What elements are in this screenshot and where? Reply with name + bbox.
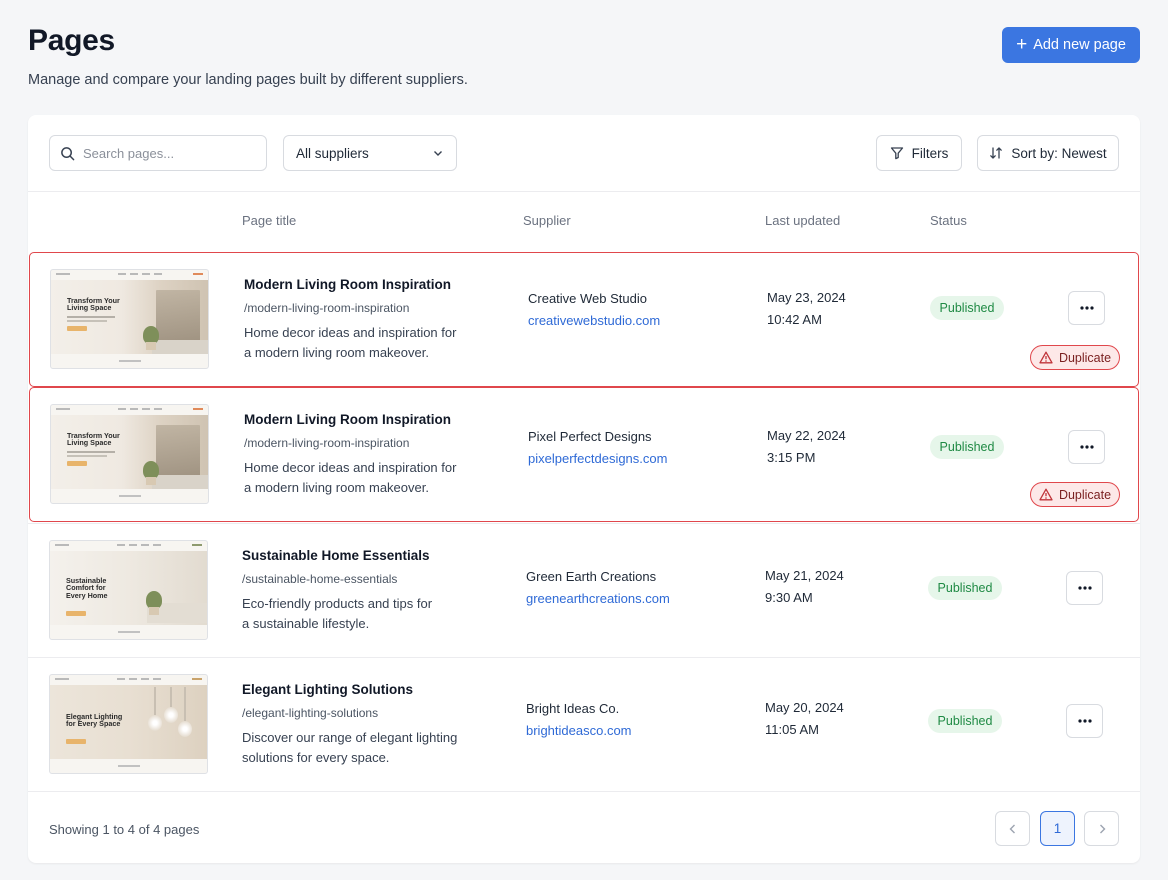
page-description: Home decor ideas and inspiration for a mo… xyxy=(244,325,457,360)
page-title-text[interactable]: Sustainable Home Essentials xyxy=(242,548,430,563)
table-row[interactable]: Sustainable Comfort for Every Home Susta… xyxy=(28,523,1140,658)
filters-button[interactable]: Filters xyxy=(876,135,962,171)
table-row[interactable]: Transform Your Living Space Modern Livin… xyxy=(29,387,1139,522)
status-badge: Published xyxy=(930,296,1004,320)
toolbar: All suppliers Filters Sort by: Newest xyxy=(28,115,1140,192)
more-horizontal-icon xyxy=(1077,586,1092,590)
chevron-left-icon xyxy=(1009,824,1015,833)
row-actions-button[interactable] xyxy=(1066,571,1103,605)
search-box[interactable] xyxy=(49,135,267,171)
table-row[interactable]: Elegant Lighting for Every Space Elegant… xyxy=(28,657,1140,792)
page-thumbnail: Sustainable Comfort for Every Home xyxy=(49,540,208,640)
thumbnail-heading: Transform Your Living Space xyxy=(67,431,120,448)
warning-icon xyxy=(1039,351,1053,364)
row-actions-button[interactable] xyxy=(1066,704,1103,738)
last-updated: May 23, 2024 10:42 AM xyxy=(767,290,846,327)
more-horizontal-icon xyxy=(1077,719,1092,723)
page-thumbnail: Elegant Lighting for Every Space xyxy=(49,674,208,774)
plus-icon: + xyxy=(1016,33,1028,55)
showing-count: Showing 1 to 4 of 4 pages xyxy=(49,822,200,837)
table-footer: Showing 1 to 4 of 4 pages 1 xyxy=(28,791,1140,863)
last-updated: May 20, 2024 11:05 AM xyxy=(765,700,844,737)
supplier-link[interactable]: pixelperfectdesigns.com xyxy=(528,451,667,466)
page-description: Discover our range of elegant lighting so… xyxy=(242,730,458,765)
search-input[interactable] xyxy=(83,145,253,161)
warning-icon xyxy=(1039,488,1053,501)
page-slug: /elegant-lighting-solutions xyxy=(242,706,379,720)
supplier-select-value: All suppliers xyxy=(296,145,369,161)
next-page-button[interactable] xyxy=(1084,811,1119,846)
column-header-status: Status xyxy=(930,213,967,228)
page-title-text[interactable]: Modern Living Room Inspiration xyxy=(244,277,451,292)
duplicate-badge: Duplicate xyxy=(1030,482,1120,507)
supplier-name: Green Earth Creations xyxy=(526,569,657,584)
table-row[interactable]: Transform Your Living Space Modern Livin… xyxy=(29,252,1139,387)
chevron-right-icon xyxy=(1099,824,1105,833)
status-badge: Published xyxy=(930,435,1004,459)
filters-label: Filters xyxy=(911,145,949,161)
column-header-supplier: Supplier xyxy=(523,213,571,228)
thumbnail-heading: Sustainable Comfort for Every Home xyxy=(66,576,108,600)
pages-card: All suppliers Filters Sort by: Newest Pa… xyxy=(28,115,1140,863)
sort-label: Sort by: Newest xyxy=(1011,145,1107,161)
previous-page-button[interactable] xyxy=(995,811,1030,846)
page-slug: /modern-living-room-inspiration xyxy=(244,436,410,450)
table-header: Page title Supplier Last updated Status xyxy=(28,192,1140,251)
page-title-text[interactable]: Elegant Lighting Solutions xyxy=(242,682,413,697)
page-description: Eco-friendly products and tips for a sust… xyxy=(242,596,433,631)
more-horizontal-icon xyxy=(1079,445,1094,449)
page-header: Pages Manage and compare your landing pa… xyxy=(28,24,1140,94)
page-description: Home decor ideas and inspiration for a mo… xyxy=(244,460,457,495)
thumbnail-heading: Transform Your Living Space xyxy=(67,296,120,313)
supplier-name: Bright Ideas Co. xyxy=(526,701,620,716)
duplicate-badge: Duplicate xyxy=(1030,345,1120,370)
supplier-link[interactable]: greenearthcreations.com xyxy=(526,591,670,606)
filter-icon xyxy=(890,147,903,160)
last-updated: May 22, 2024 3:15 PM xyxy=(767,428,846,465)
sort-icon xyxy=(990,147,1003,159)
more-horizontal-icon xyxy=(1079,306,1094,310)
row-actions-button[interactable] xyxy=(1068,291,1105,325)
page-thumbnail: Transform Your Living Space xyxy=(50,269,209,369)
page-thumbnail: Transform Your Living Space xyxy=(50,404,209,504)
supplier-link[interactable]: creativewebstudio.com xyxy=(528,313,660,328)
sort-button[interactable]: Sort by: Newest xyxy=(977,135,1119,171)
row-actions-button[interactable] xyxy=(1068,430,1105,464)
search-icon xyxy=(61,146,75,160)
add-new-page-button[interactable]: + Add new page xyxy=(1002,27,1140,63)
supplier-select[interactable]: All suppliers xyxy=(283,135,457,171)
last-updated: May 21, 2024 9:30 AM xyxy=(765,568,844,605)
column-header-last-updated: Last updated xyxy=(765,213,841,228)
supplier-name: Pixel Perfect Designs xyxy=(528,429,652,444)
column-header-page-title: Page title xyxy=(242,213,297,228)
supplier-name: Creative Web Studio xyxy=(528,291,647,306)
chevron-down-icon xyxy=(434,151,442,156)
add-new-page-label: Add new page xyxy=(1033,37,1126,53)
page-title: Pages xyxy=(28,24,115,57)
page-slug: /modern-living-room-inspiration xyxy=(244,301,410,315)
status-badge: Published xyxy=(928,709,1002,733)
page-1-button[interactable]: 1 xyxy=(1040,811,1075,846)
page-title-text[interactable]: Modern Living Room Inspiration xyxy=(244,412,451,427)
thumbnail-heading: Elegant Lighting for Every Space xyxy=(66,712,123,729)
supplier-link[interactable]: brightideasco.com xyxy=(526,723,632,738)
page-slug: /sustainable-home-essentials xyxy=(242,572,398,586)
status-badge: Published xyxy=(928,576,1002,600)
page-subtitle: Manage and compare your landing pages bu… xyxy=(28,72,468,88)
